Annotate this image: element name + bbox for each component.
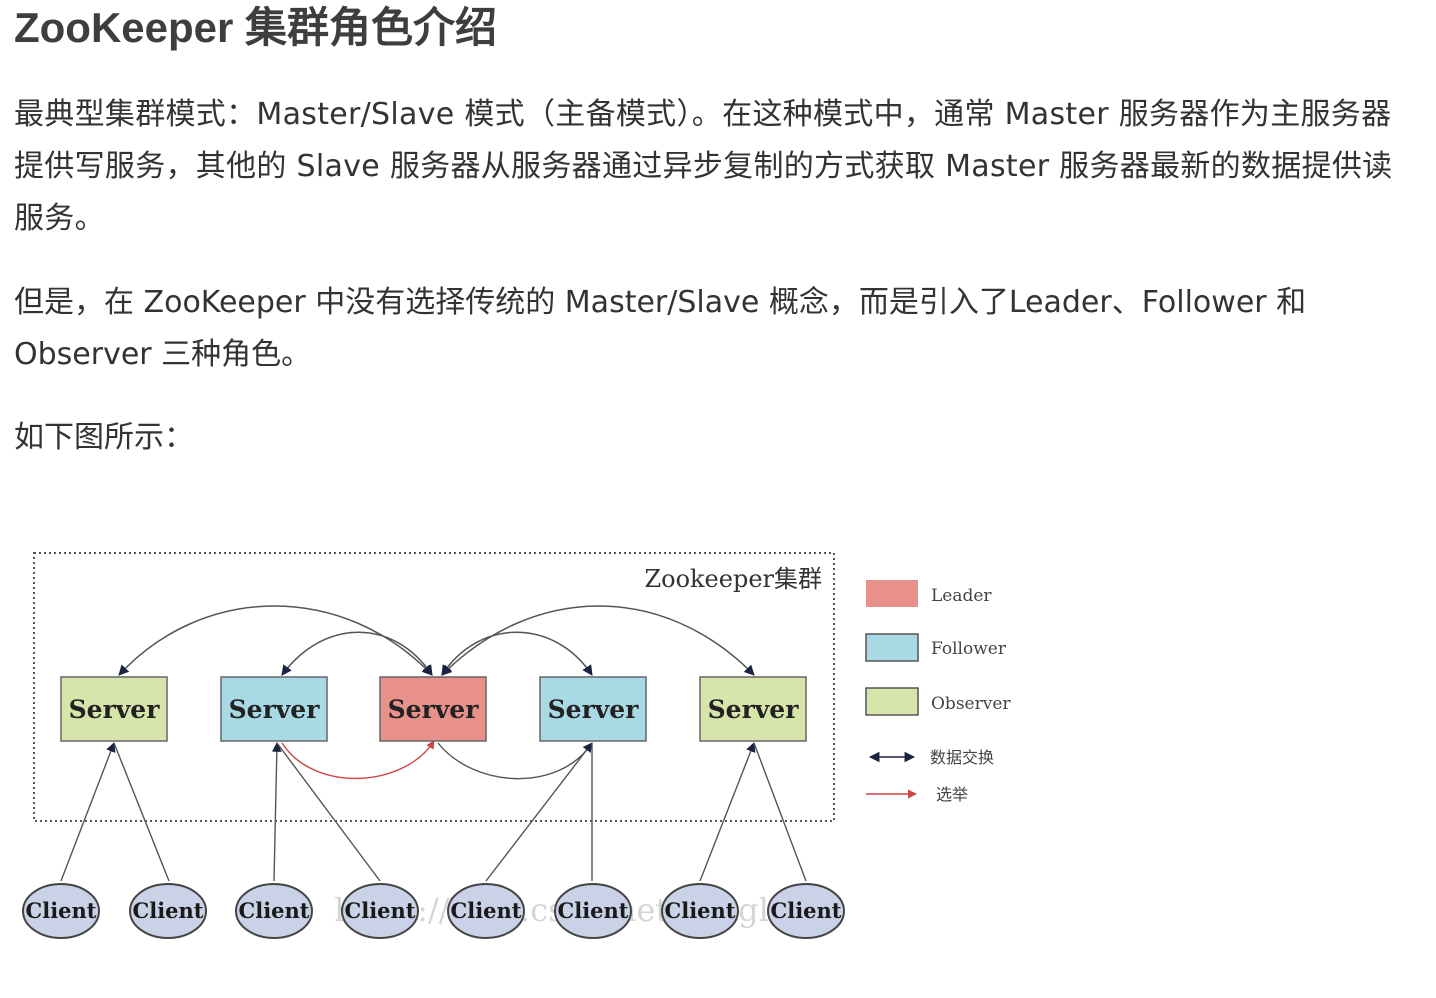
server-observer-1: Server: [60, 676, 168, 742]
server-label: Server: [69, 695, 161, 724]
cluster-label: Zookeeper集群: [644, 565, 822, 593]
server-label: Server: [388, 695, 480, 724]
svg-text:Client: Client: [771, 898, 842, 923]
server-label: Server: [548, 695, 640, 724]
client-node: Client: [661, 883, 739, 939]
paragraph-figure-intro: 如下图所示：: [14, 420, 194, 455]
client-node: Client: [129, 883, 207, 939]
article: ZooKeeper 集群角色介绍 最典型集群模式：Master/Slave 模式…: [14, 0, 1424, 455]
svg-text:Client: Client: [133, 898, 204, 923]
server-leader: Server: [379, 676, 487, 742]
server-observer-2: Server: [699, 676, 807, 742]
client-node: Client: [767, 883, 845, 939]
client-connections: [60, 742, 807, 882]
svg-text:Client: Client: [26, 898, 97, 923]
paragraph-zookeeper-roles: 但是，在 ZooKeeper 中没有选择传统的 Master/Slave 概念，…: [14, 285, 1307, 372]
client-node: Client: [447, 883, 525, 939]
server-follower-2: Server: [539, 676, 647, 742]
data-exchange-arcs: [118, 605, 755, 676]
legend-election: 选举: [866, 785, 968, 804]
server-label: Server: [229, 695, 321, 724]
legend-data-exchange: 数据交换: [868, 748, 994, 767]
client-node: Client: [235, 883, 313, 939]
zookeeper-cluster-diagram: Zookeeper集群 Server Server Server Server …: [14, 543, 1014, 951]
server-follower-1: Server: [220, 676, 328, 742]
client-node: Client: [341, 883, 419, 939]
client-node: Client: [554, 883, 632, 939]
svg-text:数据交换: 数据交换: [930, 748, 994, 767]
paragraph-master-slave: 最典型集群模式：Master/Slave 模式（主备模式）。在这种模式中，通常 …: [14, 97, 1393, 236]
svg-text:Leader: Leader: [931, 586, 992, 606]
svg-text:Client: Client: [345, 898, 416, 923]
legend-follower: Follower: [865, 633, 1007, 662]
article-title: ZooKeeper 集群角色介绍: [14, 4, 498, 51]
client-node: Client: [22, 883, 100, 939]
svg-text:Client: Client: [239, 898, 310, 923]
svg-text:Client: Client: [451, 898, 522, 923]
legend-observer: Observer: [865, 687, 1011, 716]
svg-text:Observer: Observer: [931, 694, 1011, 714]
legend-leader: Leader: [866, 580, 992, 607]
svg-text:Follower: Follower: [931, 639, 1007, 659]
svg-text:Client: Client: [558, 898, 629, 923]
svg-text:选举: 选举: [936, 785, 968, 804]
diagram-legend: Leader Follower Observer 数据交换 选举: [865, 580, 1011, 804]
election-arcs: [281, 740, 593, 780]
svg-text:Client: Client: [665, 898, 736, 923]
server-row: Server Server Server Server Server: [60, 676, 807, 742]
server-label: Server: [708, 695, 800, 724]
